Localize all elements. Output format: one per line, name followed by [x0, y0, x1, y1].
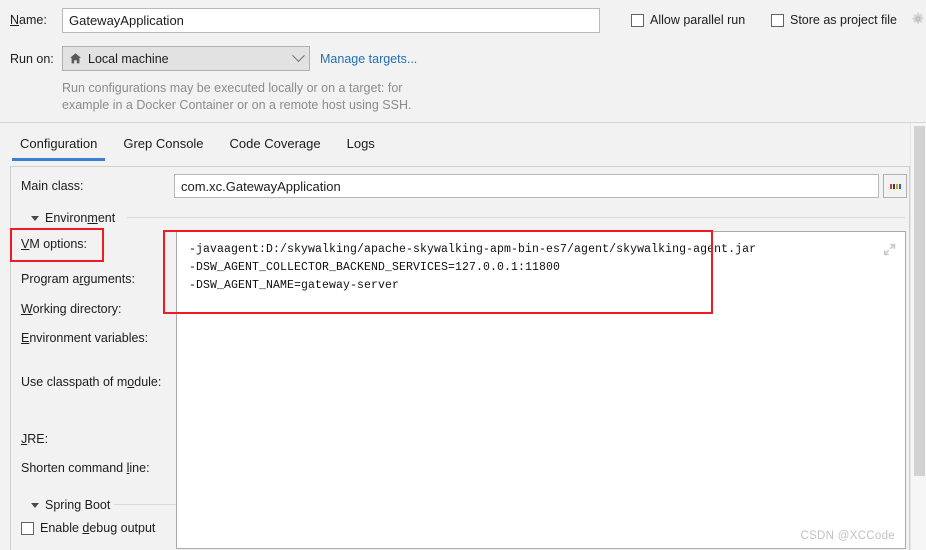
spring-boot-section-label: Spring Boot — [45, 498, 111, 512]
chevron-down-icon[interactable] — [31, 502, 39, 508]
main-class-input[interactable] — [174, 174, 879, 198]
run-on-hint: Run configurations may be executed local… — [62, 80, 512, 114]
environment-section-label: Environment — [45, 211, 116, 225]
tab-grep-console[interactable]: Grep Console — [115, 133, 221, 161]
main-class-label: Main class: — [21, 179, 84, 193]
run-on-select[interactable]: Local machine — [62, 46, 310, 71]
run-on-value: Local machine — [88, 51, 169, 66]
run-on-hint-line1: Run configurations may be executed local… — [62, 81, 403, 95]
environment-variables-label: Environment variables: — [21, 331, 149, 345]
vertical-scrollbar-track[interactable] — [910, 123, 926, 550]
chevron-down-icon[interactable] — [292, 49, 305, 63]
tab-strip: Configuration Grep Console Code Coverage… — [12, 133, 393, 161]
checkbox-box[interactable] — [771, 13, 784, 27]
tab-logs[interactable]: Logs — [339, 133, 393, 161]
name-label: Name: — [10, 13, 47, 27]
enable-debug-output-label: Enable debug output — [40, 521, 156, 535]
vertical-scrollbar-thumb[interactable] — [914, 126, 925, 476]
csdn-watermark: CSDN @XCCode — [800, 530, 895, 542]
run-on-hint-line2: example in a Docker Container or on a re… — [62, 98, 412, 112]
working-directory-label: Working directory: — [21, 302, 122, 316]
manage-targets-link[interactable]: Manage targets... — [320, 52, 417, 66]
enable-debug-output-checkbox[interactable]: Enable debug output — [21, 521, 155, 535]
checkbox-box[interactable] — [21, 521, 34, 535]
spring-boot-section-rule — [114, 504, 176, 505]
store-as-project-file-checkbox[interactable]: Store as project file — [771, 13, 897, 27]
tab-configuration[interactable]: Configuration — [12, 133, 115, 161]
chevron-down-icon[interactable] — [31, 215, 39, 221]
vm-options-value: -javaagent:D:/skywalking/apache-skywalki… — [189, 243, 757, 292]
run-on-label: Run on: — [10, 52, 54, 66]
allow-parallel-run-checkbox[interactable]: Allow parallel run — [631, 13, 745, 27]
store-as-project-file-label: Store as project file — [790, 13, 897, 27]
run-configuration-dialog: Name: Allow parallel run Store as projec… — [0, 0, 926, 550]
use-classpath-of-module-label: Use classpath of module: — [21, 375, 162, 389]
tab-code-coverage[interactable]: Code Coverage — [222, 133, 339, 161]
home-icon — [70, 53, 81, 64]
jre-label: JRE: — [21, 432, 49, 446]
program-arguments-label: Program arguments: — [21, 272, 135, 286]
gear-icon[interactable] — [911, 12, 925, 26]
vm-options-label: VM options: — [21, 237, 88, 251]
environment-section-header[interactable]: Environment — [31, 211, 115, 225]
expand-icon[interactable] — [883, 243, 896, 256]
shorten-command-line-label: Shorten command line: — [21, 461, 150, 475]
allow-parallel-run-label: Allow parallel run — [650, 13, 746, 27]
tab-strip-separator — [0, 122, 926, 123]
main-class-browse-button[interactable] — [883, 174, 907, 198]
vm-options-textarea[interactable]: -javaagent:D:/skywalking/apache-skywalki… — [176, 231, 906, 549]
name-input[interactable] — [62, 8, 600, 33]
spring-boot-section-header[interactable]: Spring Boot — [31, 498, 110, 512]
environment-section-rule — [127, 217, 905, 218]
configuration-panel: Main class: Environment VM options: Prog… — [10, 166, 910, 550]
checkbox-box[interactable] — [631, 13, 644, 27]
